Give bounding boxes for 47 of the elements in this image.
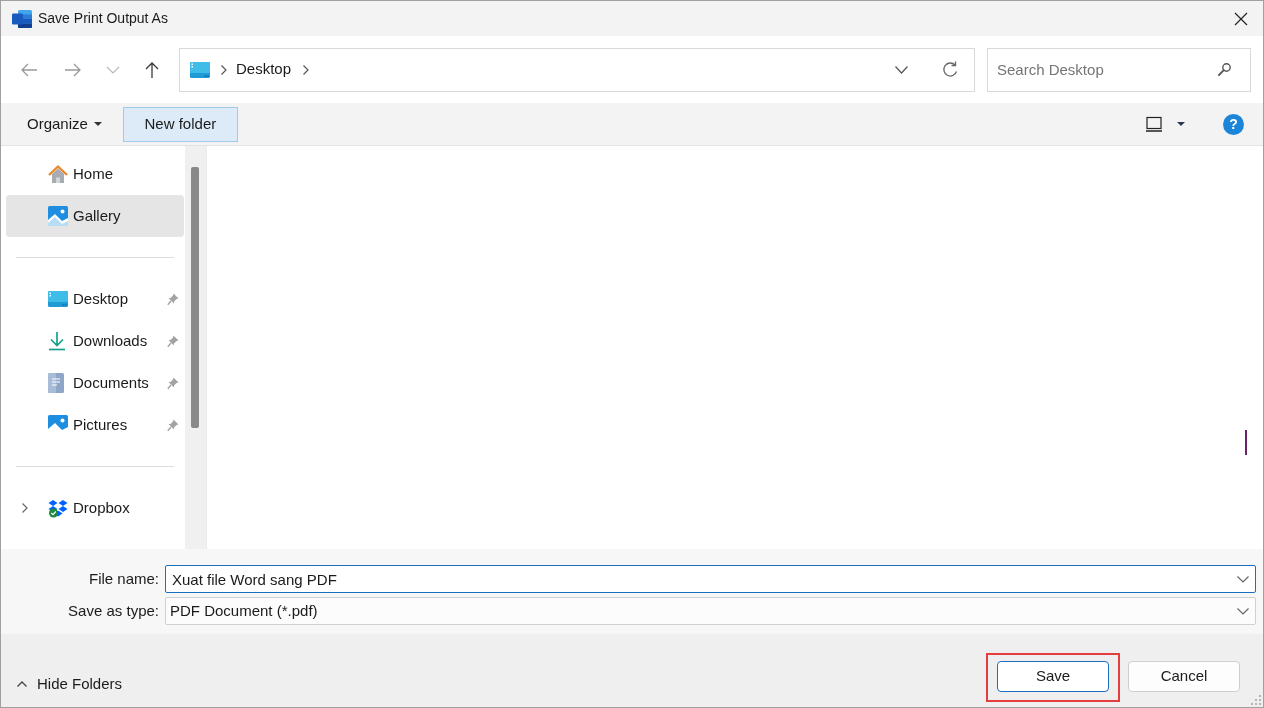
document-app-icon [12, 9, 32, 28]
dialog-button[interactable]: Save [997, 661, 1109, 692]
sidebar-item[interactable]: Downloads [6, 320, 184, 362]
refresh-icon[interactable] [942, 61, 959, 78]
sidebar-item[interactable]: Home [6, 153, 184, 195]
view-icon[interactable] [1146, 116, 1162, 132]
picture-icon [48, 415, 68, 435]
sidebar-item[interactable]: Documents [6, 362, 184, 404]
search-field[interactable]: Search Desktop [987, 47, 1251, 92]
field-label: File name: [87, 568, 159, 589]
sidebar-item[interactable]: Desktop [6, 278, 184, 320]
close-icon[interactable] [1234, 11, 1248, 26]
hide-folders-button[interactable]: Hide Folders [17, 673, 123, 696]
address-bar[interactable]: Desktop [179, 47, 975, 92]
field-label: Save as type: [67, 600, 159, 621]
download-arrow-icon [48, 331, 66, 351]
sidebar-item[interactable]: Pictures [6, 404, 184, 446]
desktop-icon [48, 291, 68, 307]
caret-down-icon [93, 122, 102, 126]
window-title: Save Print Output As [38, 9, 168, 28]
chevron-down-icon[interactable] [895, 65, 908, 74]
chevron-right-icon[interactable] [22, 503, 28, 513]
search-icon [1218, 62, 1231, 76]
dialog-button[interactable]: Cancel [1128, 661, 1240, 692]
text-cursor-icon [1245, 430, 1247, 455]
caret-down-icon[interactable] [1177, 122, 1185, 126]
chevron-right-icon [303, 64, 310, 75]
file-type-dropdown[interactable]: PDF Document (*.pdf) [165, 597, 1256, 625]
help-button[interactable]: ? [1223, 113, 1244, 135]
breadcrumb-item[interactable]: Desktop [236, 58, 292, 81]
boxes-with-check-icon [48, 498, 68, 518]
chevron-down-icon [1237, 607, 1249, 615]
chevron-right-icon [221, 64, 227, 75]
scrollbar-thumb[interactable] [191, 167, 199, 428]
document-icon [48, 373, 64, 393]
chevron-down-icon [1237, 576, 1249, 583]
file-name-field[interactable]: Xuat file Word sang PDF [165, 565, 1256, 593]
sidebar-item[interactable]: Dropbox [6, 487, 184, 529]
home-icon [48, 164, 68, 184]
new-folder-button[interactable]: New folder [122, 106, 238, 142]
up-arrow-icon[interactable] [143, 60, 161, 79]
picture-icon [48, 206, 68, 226]
sidebar-item[interactable]: Gallery [6, 195, 184, 237]
desktop-icon [190, 61, 210, 78]
caret-up-icon [17, 681, 27, 688]
organize-menu-button[interactable]: Organize [15, 106, 114, 142]
resize-grip-icon[interactable] [1251, 695, 1262, 706]
